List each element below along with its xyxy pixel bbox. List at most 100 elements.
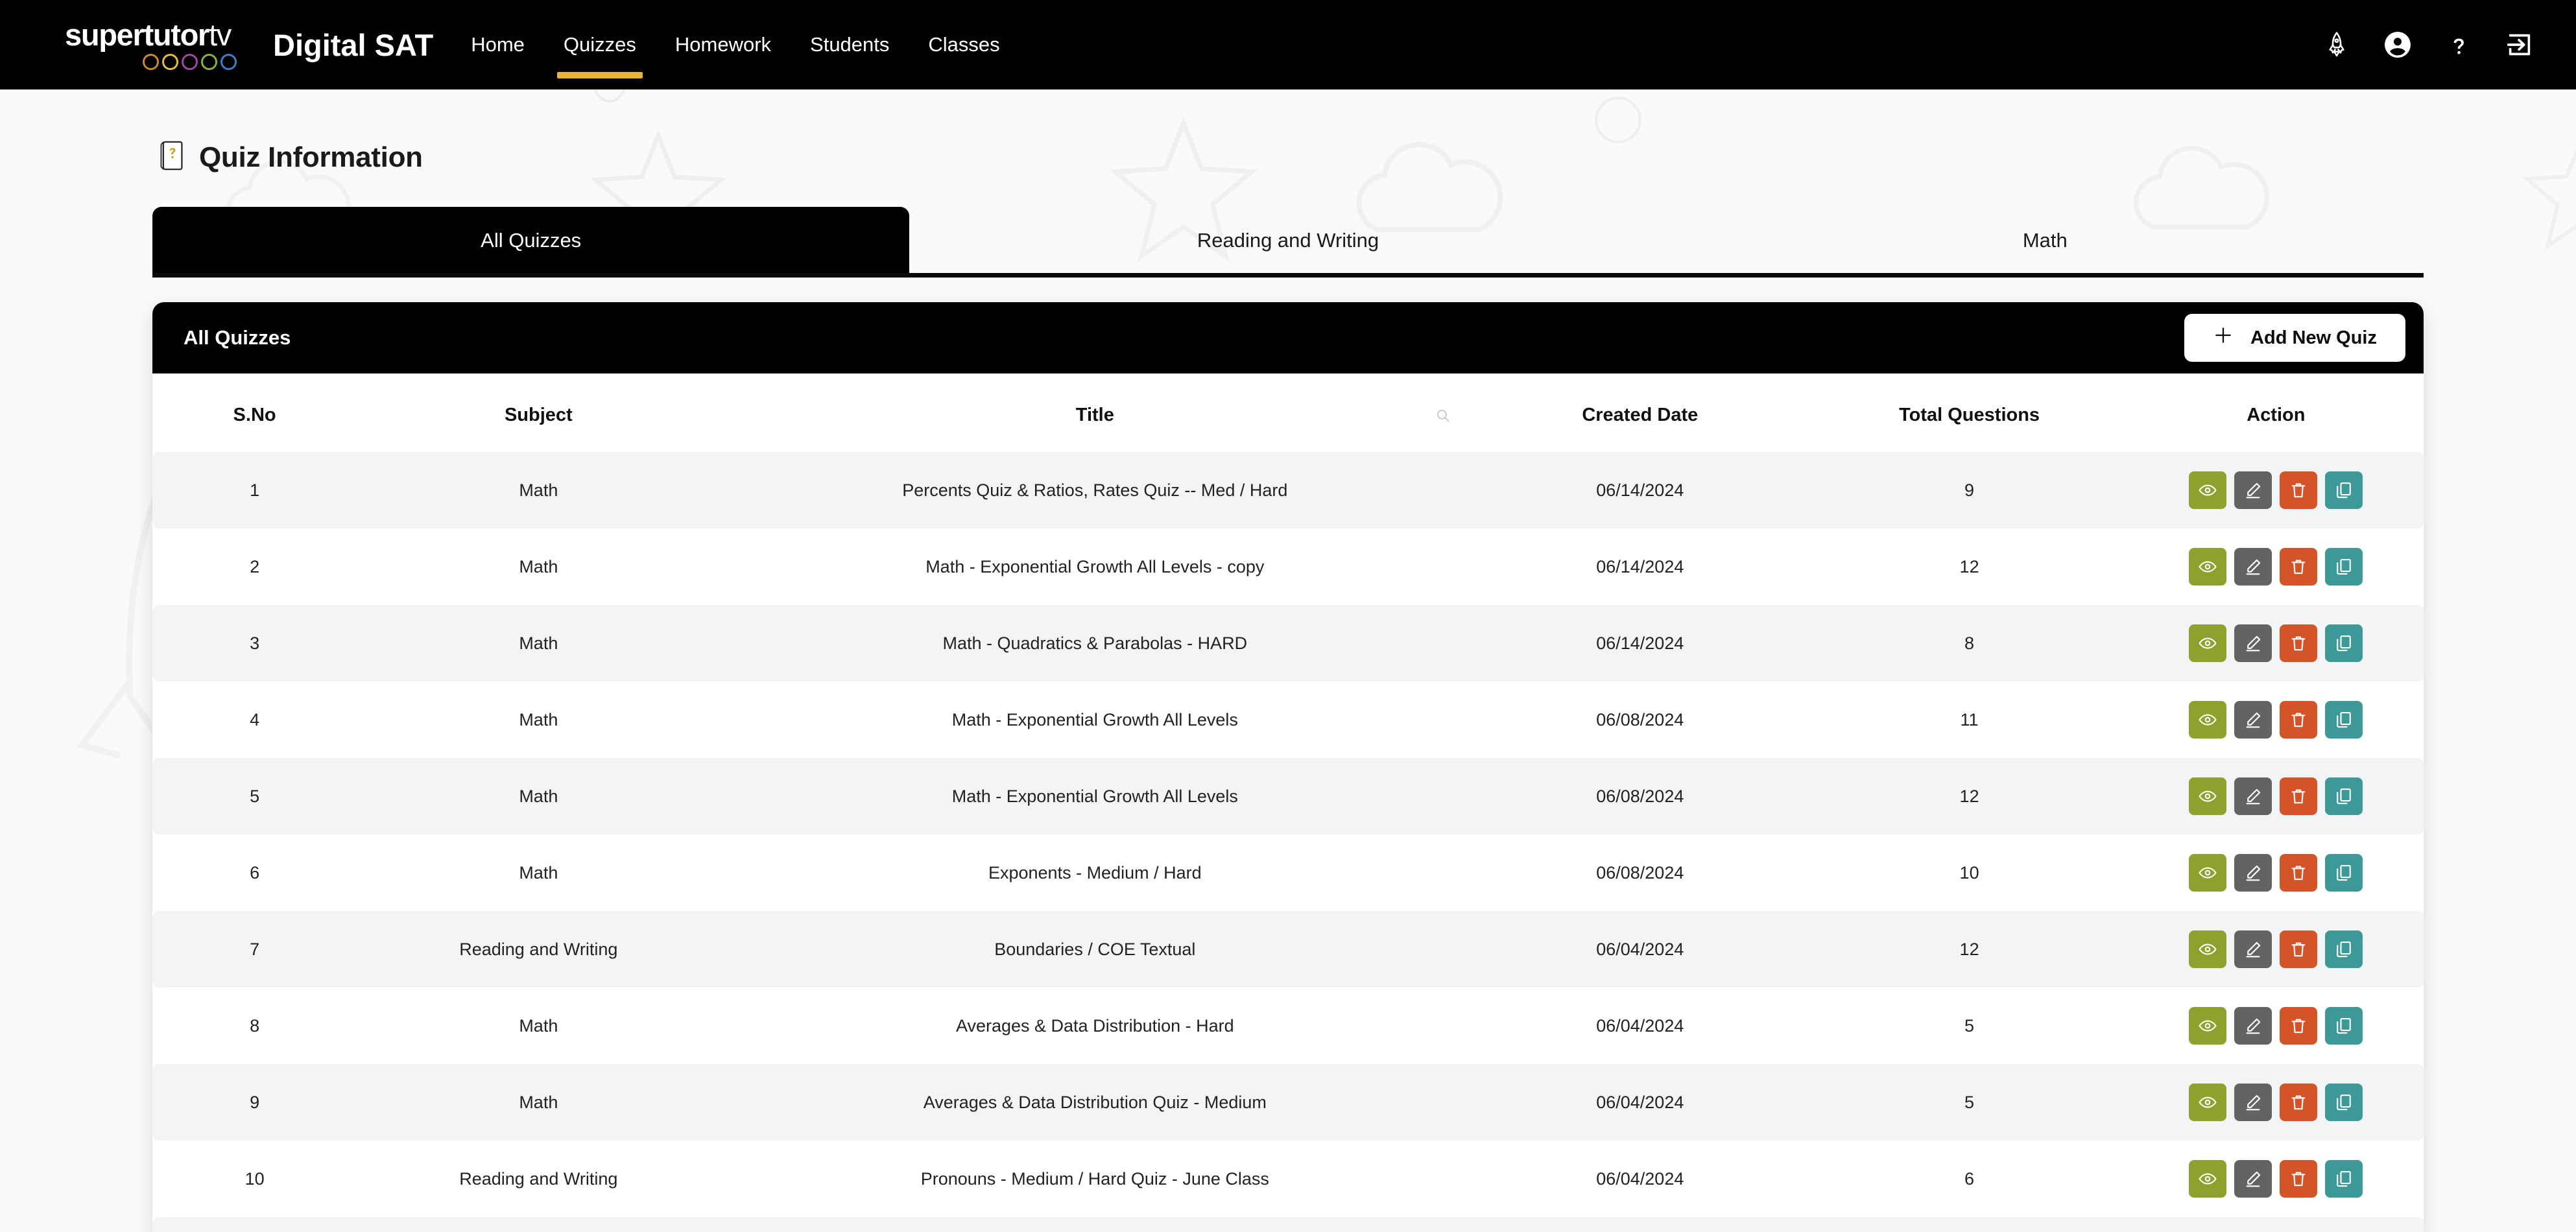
view-quiz-button[interactable] <box>2189 1084 2227 1121</box>
nav-students[interactable]: Students <box>804 0 896 90</box>
add-new-quiz-button[interactable]: Add New Quiz <box>2184 314 2405 362</box>
duplicate-quiz-button[interactable] <box>2325 930 2363 968</box>
edit-quiz-button[interactable] <box>2234 1084 2272 1121</box>
nav-classes[interactable]: Classes <box>922 0 1006 90</box>
cell-sno: 5 <box>152 758 357 835</box>
main-nav: Home Quizzes Homework Students Classes <box>464 0 1006 89</box>
cell-total-questions: 8 <box>1810 605 2129 681</box>
view-quiz-button[interactable] <box>2189 471 2227 509</box>
table-row[interactable]: 4 Math Math - Exponential Growth All Level… <box>152 681 2424 758</box>
quiz-table-body: 1 Math Percents Quiz & Ratios, Rates Quiz … <box>152 452 2424 1232</box>
edit-quiz-button[interactable] <box>2234 1160 2272 1198</box>
edit-quiz-button[interactable] <box>2234 548 2272 586</box>
table-row[interactable]: 7 Reading and Writing Boundaries / COE Tex… <box>152 911 2424 988</box>
view-quiz-button[interactable] <box>2189 777 2227 815</box>
duplicate-quiz-button[interactable] <box>2325 1007 2363 1045</box>
cell-title: Boundaries - Medium Level - June SAT Cla… <box>720 1217 1470 1232</box>
view-quiz-button[interactable] <box>2189 854 2227 892</box>
edit-quiz-button[interactable] <box>2234 777 2272 815</box>
delete-quiz-button[interactable] <box>2280 548 2318 586</box>
delete-quiz-button[interactable] <box>2280 471 2318 509</box>
view-quiz-button[interactable] <box>2189 1160 2227 1198</box>
duplicate-quiz-button[interactable] <box>2325 701 2363 739</box>
trash-icon <box>2289 1169 2308 1189</box>
duplicate-quiz-button[interactable] <box>2325 548 2363 586</box>
column-header-subject[interactable]: Subject <box>357 373 721 452</box>
cell-title: Averages & Data Distribution Quiz - Medi… <box>720 1064 1470 1141</box>
delete-quiz-button[interactable] <box>2280 1160 2318 1198</box>
search-icon[interactable] <box>1435 407 1451 424</box>
column-header-sno[interactable]: S.No <box>152 373 357 452</box>
duplicate-quiz-button[interactable] <box>2325 1160 2363 1198</box>
cell-created-date: 06/08/2024 <box>1470 835 1811 911</box>
table-row[interactable]: 11Reading and WritingBoundaries - Medium… <box>152 1217 2424 1232</box>
trash-icon <box>2289 863 2308 883</box>
eye-icon <box>2198 940 2217 959</box>
account-circle-icon[interactable] <box>2380 27 2415 62</box>
pencil-icon <box>2243 863 2263 883</box>
action-button-group <box>2129 1007 2424 1045</box>
edit-quiz-button[interactable] <box>2234 701 2272 739</box>
delete-quiz-button[interactable] <box>2280 777 2318 815</box>
site-logo[interactable]: supertutortv <box>65 19 237 70</box>
view-quiz-button[interactable] <box>2189 930 2227 968</box>
view-quiz-button[interactable] <box>2189 1007 2227 1045</box>
table-row[interactable]: 9 Math Averages & Data Distribution Quiz -… <box>152 1064 2424 1141</box>
table-row[interactable]: 5 Math Math - Exponential Growth All Level… <box>152 758 2424 835</box>
cell-sno: 1 <box>152 452 357 528</box>
edit-quiz-button[interactable] <box>2234 854 2272 892</box>
table-row[interactable]: 8 Math Averages & Data Distribution - Hard… <box>152 988 2424 1064</box>
cell-action <box>2128 1141 2424 1217</box>
quiz-table: S.No Subject Title Created Date Total Qu… <box>152 373 2424 1232</box>
table-row[interactable]: 6 Math Exponents - Medium / Hard 06/08/2024… <box>152 835 2424 911</box>
column-header-created-date[interactable]: Created Date <box>1470 373 1811 452</box>
tab-math[interactable]: Math <box>1667 207 2424 273</box>
edit-quiz-button[interactable] <box>2234 1007 2272 1045</box>
pencil-icon <box>2243 710 2263 729</box>
view-quiz-button[interactable] <box>2189 624 2227 662</box>
brand-title: Digital SAT <box>273 27 434 62</box>
rocket-icon[interactable] <box>2319 27 2354 62</box>
table-row[interactable]: 2 Math Math - Exponential Growth All Level… <box>152 528 2424 605</box>
edit-quiz-button[interactable] <box>2234 624 2272 662</box>
delete-quiz-button[interactable] <box>2280 930 2318 968</box>
cell-created-date: 06/04/2024 <box>1470 1141 1811 1217</box>
cell-subject: Math <box>357 528 721 605</box>
edit-quiz-button[interactable] <box>2234 930 2272 968</box>
nav-quizzes[interactable]: Quizzes <box>556 0 643 90</box>
cell-title: Averages & Data Distribution - Hard <box>720 988 1470 1064</box>
trash-icon <box>2289 1016 2308 1036</box>
cell-subject: Math <box>357 681 721 758</box>
edit-quiz-button[interactable] <box>2234 471 2272 509</box>
view-quiz-button[interactable] <box>2189 701 2227 739</box>
quiz-card-icon <box>159 140 185 174</box>
cell-created-date: 06/14/2024 <box>1470 452 1811 528</box>
duplicate-quiz-button[interactable] <box>2325 471 2363 509</box>
column-header-title[interactable]: Title <box>720 373 1470 452</box>
trash-icon <box>2289 634 2308 653</box>
cell-sno: 6 <box>152 835 357 911</box>
nav-home[interactable]: Home <box>464 0 531 90</box>
table-row[interactable]: 1 Math Percents Quiz & Ratios, Rates Quiz … <box>152 452 2424 528</box>
delete-quiz-button[interactable] <box>2280 1007 2318 1045</box>
cell-action <box>2128 1217 2424 1232</box>
delete-quiz-button[interactable] <box>2280 854 2318 892</box>
column-header-total-questions[interactable]: Total Questions <box>1810 373 2129 452</box>
tab-reading-and-writing[interactable]: Reading and Writing <box>909 207 1666 273</box>
table-row[interactable]: 10 Reading and Writing Pronouns - Medium /… <box>152 1141 2424 1217</box>
view-quiz-button[interactable] <box>2189 548 2227 586</box>
login-exit-icon[interactable] <box>2502 27 2537 62</box>
cell-action <box>2128 988 2424 1064</box>
delete-quiz-button[interactable] <box>2280 701 2318 739</box>
nav-homework[interactable]: Homework <box>669 0 778 90</box>
table-row[interactable]: 3 Math Math - Quadratics & Parabolas - HAR… <box>152 605 2424 681</box>
help-question-icon[interactable] <box>2441 27 2476 62</box>
delete-quiz-button[interactable] <box>2280 1084 2318 1121</box>
cell-action <box>2128 681 2424 758</box>
duplicate-quiz-button[interactable] <box>2325 854 2363 892</box>
delete-quiz-button[interactable] <box>2280 624 2318 662</box>
duplicate-quiz-button[interactable] <box>2325 1084 2363 1121</box>
duplicate-quiz-button[interactable] <box>2325 624 2363 662</box>
tab-all-quizzes[interactable]: All Quizzes <box>152 207 910 273</box>
duplicate-quiz-button[interactable] <box>2325 777 2363 815</box>
